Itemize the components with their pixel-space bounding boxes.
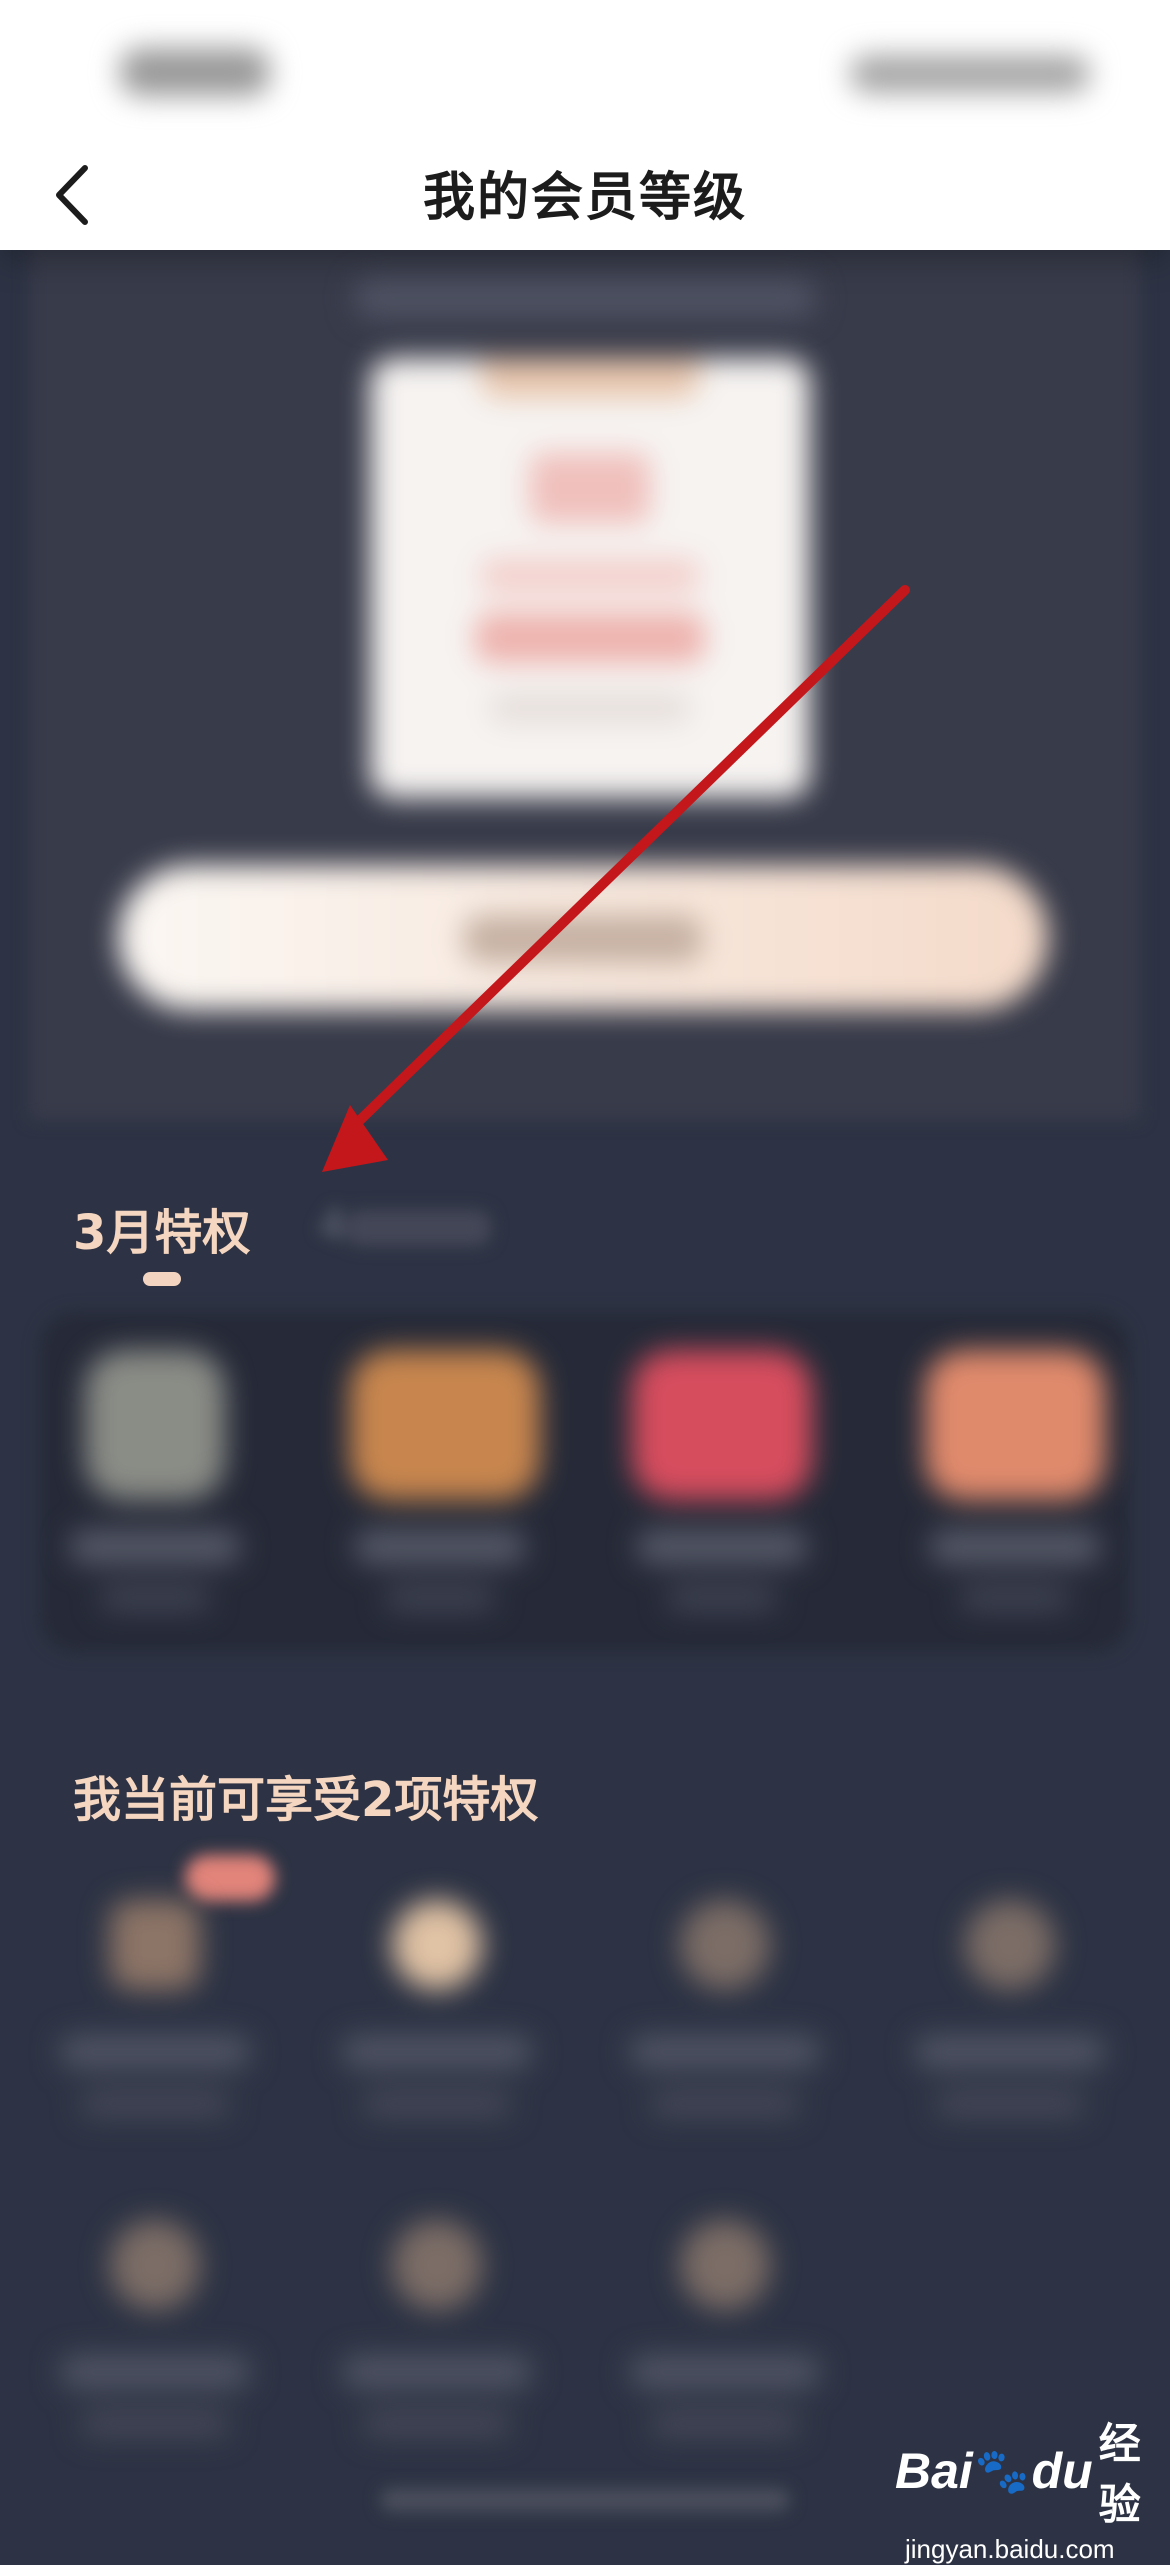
home-indicator bbox=[380, 2488, 790, 2512]
privilege-grid-desc bbox=[362, 2410, 512, 2438]
coupon-highlight bbox=[475, 613, 705, 663]
privilege-grid-item[interactable] bbox=[40, 1860, 270, 2180]
privilege-item[interactable] bbox=[612, 1330, 832, 1650]
privilege-grid-desc bbox=[362, 2090, 512, 2118]
tab-active-indicator bbox=[143, 1272, 181, 1286]
privilege-desc bbox=[960, 1585, 1070, 1611]
coupon-ribbon bbox=[480, 358, 700, 398]
privilege-grid-item[interactable] bbox=[895, 1860, 1125, 2180]
member-coupon-card[interactable] bbox=[370, 358, 810, 798]
privilege-name bbox=[930, 1530, 1100, 1564]
watermark-url: jingyan.baidu.com bbox=[905, 2534, 1115, 2564]
privilege-icon bbox=[680, 1900, 770, 1990]
privilege-icon bbox=[110, 2220, 200, 2310]
privilege-image bbox=[632, 1350, 812, 1500]
privilege-image bbox=[350, 1350, 540, 1500]
tab-april-label: 4 bbox=[318, 1200, 346, 1251]
upgrade-button-label bbox=[463, 915, 703, 963]
privilege-item[interactable] bbox=[45, 1330, 265, 1650]
privilege-grid-name bbox=[60, 2355, 250, 2389]
privilege-name bbox=[355, 1530, 525, 1564]
privilege-icon bbox=[680, 2220, 770, 2310]
tab-april-privileges[interactable]: 4 bbox=[318, 1200, 493, 1251]
privilege-icon bbox=[392, 2220, 482, 2310]
status-bar-icons bbox=[850, 55, 1090, 93]
top-header: 我的会员等级 bbox=[0, 0, 1170, 250]
privilege-grid-name bbox=[630, 2355, 820, 2389]
page-title: 我的会员等级 bbox=[422, 168, 747, 228]
privilege-grid-name bbox=[915, 2035, 1105, 2069]
privilege-grid-item[interactable] bbox=[610, 1860, 840, 2180]
status-bar-time bbox=[120, 48, 270, 96]
level-tabs[interactable] bbox=[355, 278, 815, 318]
privilege-grid-name bbox=[342, 2035, 532, 2069]
privilege-grid-desc bbox=[650, 2090, 800, 2118]
privilege-desc bbox=[667, 1585, 777, 1611]
privilege-desc bbox=[385, 1585, 495, 1611]
privilege-image bbox=[925, 1350, 1105, 1500]
coupon-note bbox=[490, 693, 690, 723]
coupon-amount bbox=[530, 453, 650, 523]
watermark-brand-cn: 经验 bbox=[1098, 2419, 1141, 2529]
tab-april-label-rest bbox=[346, 1210, 491, 1246]
coupon-text bbox=[480, 558, 700, 594]
privilege-grid-desc bbox=[80, 2090, 230, 2118]
privilege-name bbox=[70, 1530, 240, 1564]
privilege-grid-desc bbox=[80, 2410, 230, 2438]
privilege-grid-desc bbox=[935, 2090, 1085, 2118]
privilege-grid-item[interactable] bbox=[40, 2180, 270, 2500]
privilege-grid-name bbox=[630, 2035, 820, 2069]
privilege-grid-item[interactable] bbox=[610, 2180, 840, 2500]
baidu-jingyan-watermark: Bai 🐾 du 经验 jingyan.baidu.com bbox=[895, 2410, 1170, 2565]
privilege-image bbox=[85, 1350, 225, 1500]
privilege-icon bbox=[965, 1900, 1055, 1990]
tab-march-privileges[interactable]: 3月特权 bbox=[73, 1193, 250, 1263]
privilege-item[interactable] bbox=[905, 1330, 1125, 1650]
watermark-du: du bbox=[1031, 2443, 1093, 2499]
privilege-name bbox=[637, 1530, 807, 1564]
privilege-icon bbox=[392, 1900, 482, 1990]
paw-icon: 🐾 bbox=[974, 2446, 1030, 2497]
watermark-brand: Bai bbox=[895, 2443, 973, 2499]
upgrade-button[interactable] bbox=[118, 865, 1048, 1010]
current-privileges-title: 我当前可享受2项特权 bbox=[73, 1772, 539, 1828]
privilege-item[interactable] bbox=[330, 1330, 550, 1650]
privilege-desc bbox=[100, 1585, 210, 1611]
privilege-grid-desc bbox=[650, 2410, 800, 2438]
privilege-grid-name bbox=[342, 2355, 532, 2389]
privilege-grid-item[interactable] bbox=[322, 2180, 552, 2500]
privilege-icon bbox=[110, 1900, 200, 1990]
watermark-logo: Bai 🐾 du 经验 bbox=[895, 2410, 1170, 2532]
privilege-grid-name bbox=[60, 2035, 250, 2069]
privilege-grid-item[interactable] bbox=[322, 1860, 552, 2180]
